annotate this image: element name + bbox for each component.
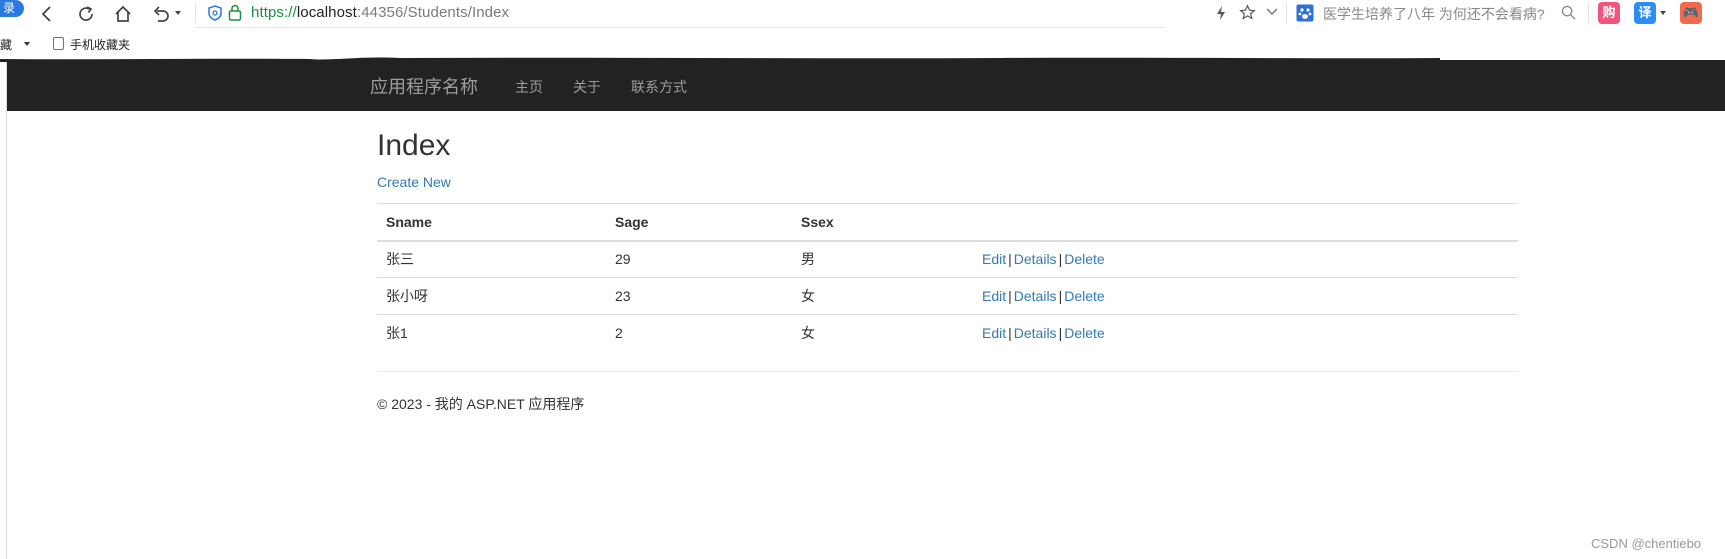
refresh-icon[interactable] (75, 3, 97, 25)
delete-link[interactable]: Delete (1064, 325, 1104, 341)
table-row: 张三 29 男 Edit | Details | Delete (377, 241, 1518, 278)
table-row: 张小呀 23 女 Edit | Details | Delete (377, 277, 1518, 315)
url-host: localhost (296, 4, 357, 21)
column-header-sage: Sage (606, 203, 792, 242)
cell-sage: 2 (606, 314, 792, 352)
cell-sname: 张三 (386, 251, 414, 268)
action-separator: | (1008, 325, 1012, 342)
edit-link[interactable]: Edit (982, 251, 1006, 267)
footer-divider (377, 371, 1518, 372)
table-row: 张1 2 女 Edit | Details | Delete (377, 314, 1518, 352)
browser-toolbar: 录 https://localhost:44356/Students/Index… (0, 0, 1725, 27)
separator (195, 4, 196, 23)
create-new-link[interactable]: Create New (377, 174, 451, 190)
address-underline (195, 27, 1165, 28)
action-separator: | (1008, 288, 1012, 304)
table-header-row: Sname Sage Ssex (377, 203, 1518, 242)
address-input[interactable]: https://localhost:44356/Students/Index (251, 4, 509, 21)
shopping-badge[interactable]: 购 (1598, 2, 1620, 24)
column-header-sname: Sname (377, 203, 606, 242)
footer-text: © 2023 - 我的 ASP.NET 应用程序 (377, 396, 585, 412)
lightning-icon[interactable] (1215, 5, 1227, 21)
translate-badge[interactable]: 译 (1634, 2, 1656, 24)
undo-icon[interactable] (150, 3, 172, 25)
cell-sname: 张1 (377, 314, 606, 352)
translate-dropdown-icon[interactable] (1660, 11, 1666, 15)
nav-contact[interactable]: 联系方式 (631, 77, 687, 97)
baidu-paw-icon[interactable] (1296, 4, 1314, 22)
cell-sname: 张小呀 (377, 277, 606, 315)
home-icon[interactable] (112, 3, 134, 25)
undo-dropdown-icon[interactable] (175, 11, 181, 15)
viewport-edge (6, 60, 7, 559)
brand-link[interactable]: 应用程序名称 (370, 73, 478, 99)
delete-link[interactable]: Delete (1064, 288, 1104, 304)
delete-link[interactable]: Delete (1064, 251, 1104, 267)
search-suggestion[interactable]: 医学生培养了八年 为何还不会看病? (1323, 4, 1545, 24)
column-header-ssex: Ssex (792, 203, 973, 242)
game-badge[interactable]: 🎮 (1680, 2, 1702, 24)
watermark: CSDN @chentiebo (1591, 536, 1702, 551)
cell-sage: 29 (615, 251, 631, 268)
back-icon[interactable] (36, 3, 58, 25)
cell-ssex: 男 (801, 251, 815, 268)
chevron-down-icon[interactable] (1266, 7, 1278, 17)
column-header-actions (973, 203, 1518, 242)
search-icon[interactable] (1561, 5, 1576, 20)
login-pill[interactable]: 录 (0, 0, 24, 17)
separator (1286, 4, 1287, 23)
edit-link[interactable]: Edit (982, 325, 1006, 341)
shield-icon[interactable] (208, 5, 222, 21)
row-actions: Edit | Details | Delete (973, 241, 1518, 278)
url-scheme: https:// (251, 4, 297, 21)
cell-ssex: 女 (792, 314, 973, 352)
url-path: :44356/Students/Index (356, 4, 510, 21)
nav-about[interactable]: 关于 (573, 77, 601, 97)
star-icon[interactable] (1239, 4, 1256, 21)
action-separator: | (1008, 251, 1012, 268)
torn-edge-decoration (0, 57, 1440, 64)
page-title: Index (377, 129, 451, 162)
cell-ssex: 女 (792, 277, 973, 315)
row-actions: Edit | Details | Delete (973, 314, 1518, 352)
students-table: Sname Sage Ssex 张三 29 男 Edit | Details | Del… (377, 203, 1518, 352)
edit-link[interactable]: Edit (982, 288, 1006, 304)
details-link[interactable]: Details (1014, 251, 1057, 267)
separator (1588, 4, 1589, 23)
cell-sage: 23 (606, 277, 792, 315)
details-link[interactable]: Details (1014, 325, 1057, 341)
lock-icon[interactable] (228, 4, 242, 21)
row-actions: Edit | Details | Delete (973, 277, 1518, 315)
details-link[interactable]: Details (1014, 288, 1057, 304)
nav-home[interactable]: 主页 (515, 77, 543, 97)
